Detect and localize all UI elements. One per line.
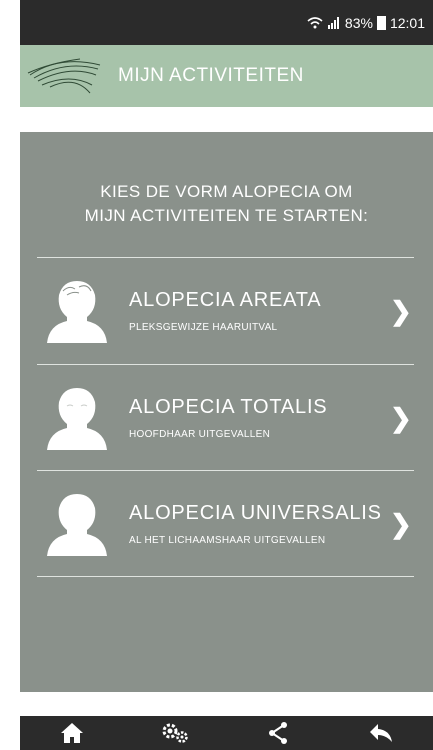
page-title: MIJN ACTIVITEITEN: [118, 65, 304, 86]
hair-logo-icon: [27, 58, 101, 94]
option-alopecia-totalis[interactable]: ALOPECIA TOTALIS HOOFDHAAR UITGEVALLEN ❯: [37, 365, 414, 471]
intro-text: KIES DE VORM ALOPECIA OM MIJN ACTIVITEIT…: [20, 180, 433, 228]
option-subtitle: AL HET LICHAAMSHAAR UITGEVALLEN: [129, 535, 326, 546]
settings-icon: [162, 723, 188, 743]
person-patchy-hair-icon: [47, 281, 107, 343]
settings-button[interactable]: [155, 718, 195, 748]
option-alopecia-areata[interactable]: ALOPECIA AREATA PLEKSGEWIJZE HAARUITVAL …: [37, 258, 414, 364]
intro-line-2: MIJN ACTIVITEITEN TE STARTEN:: [84, 206, 369, 225]
divider: [37, 576, 414, 577]
home-icon: [60, 723, 83, 743]
share-button[interactable]: [258, 718, 298, 748]
option-title: ALOPECIA TOTALIS: [129, 396, 328, 418]
app-screen: 83% 12:01 MIJN ACTIVITEITEN KIES DE VORM…: [20, 0, 433, 750]
left-margin: [0, 0, 20, 750]
signal-icon: [327, 16, 339, 29]
status-bar: 83% 12:01: [20, 0, 433, 45]
back-button[interactable]: [361, 718, 401, 748]
bottom-nav: [20, 716, 433, 750]
chevron-right-icon: ❯: [390, 508, 412, 539]
home-button[interactable]: [52, 718, 92, 748]
option-subtitle: HOOFDHAAR UITGEVALLEN: [129, 429, 271, 440]
option-title: ALOPECIA AREATA: [129, 289, 322, 311]
clock: 12:01: [389, 14, 425, 31]
chevron-right-icon: ❯: [390, 402, 412, 433]
intro-line-1: KIES DE VORM ALOPECIA OM: [100, 182, 353, 201]
share-icon: [269, 722, 288, 744]
main-content: KIES DE VORM ALOPECIA OM MIJN ACTIVITEIT…: [20, 132, 433, 692]
chevron-right-icon: ❯: [390, 295, 412, 326]
person-silhouette-icon: [47, 494, 107, 556]
battery-percent: 83%: [344, 14, 373, 31]
option-alopecia-universalis[interactable]: ALOPECIA UNIVERSALIS AL HET LICHAAMSHAAR…: [37, 471, 414, 577]
person-bald-icon: [47, 388, 107, 450]
back-icon: [370, 724, 393, 742]
option-title: ALOPECIA UNIVERSALIS: [129, 502, 382, 524]
wifi-icon: [307, 16, 323, 28]
option-subtitle: PLEKSGEWIJZE HAARUITVAL: [129, 322, 278, 333]
battery-icon: [376, 15, 386, 30]
app-bar: MIJN ACTIVITEITEN: [20, 45, 433, 107]
